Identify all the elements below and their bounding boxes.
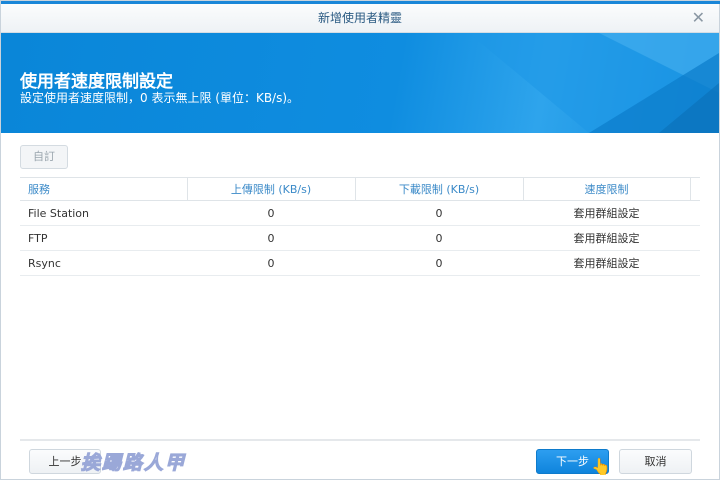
close-icon[interactable]: ✕: [692, 8, 705, 28]
service-name: Rsync: [20, 250, 187, 276]
speed-limit-table: 服務 上傳限制 (KB/s) 下載限制 (KB/s) 速度限制 File Sta…: [20, 177, 700, 276]
col-download[interactable]: 下載限制 (KB/s): [355, 177, 524, 201]
download-limit: 0: [355, 250, 523, 276]
speed-limit: 套用群組設定: [523, 250, 690, 276]
table-row[interactable]: Rsync 0 0 套用群組設定: [20, 250, 700, 276]
header-banner: 使用者速度限制設定 設定使用者速度限制，0 表示無上限 (單位：KB/s)。: [1, 33, 719, 133]
table-row[interactable]: File Station 0 0 套用群組設定: [20, 200, 700, 226]
window-title: 新增使用者精靈: [317, 11, 402, 25]
speed-limit: 套用群組設定: [523, 225, 690, 251]
footer-divider: [20, 439, 700, 441]
col-spacer: [690, 177, 700, 201]
col-upload[interactable]: 上傳限制 (KB/s): [187, 177, 356, 201]
table-row[interactable]: FTP 0 0 套用群組設定: [20, 225, 700, 251]
col-service[interactable]: 服務: [20, 177, 188, 201]
service-name: FTP: [20, 225, 187, 251]
upload-limit: 0: [187, 225, 355, 251]
service-name: File Station: [20, 200, 187, 226]
cancel-button[interactable]: 取消: [619, 449, 692, 474]
banner-subtitle: 設定使用者速度限制，0 表示無上限 (單位：KB/s)。: [20, 91, 300, 105]
watermark: 挨踢路人甲: [80, 452, 187, 475]
download-limit: 0: [355, 200, 523, 226]
title-bar: 新增使用者精靈 ✕: [1, 4, 719, 33]
download-limit: 0: [355, 225, 523, 251]
upload-limit: 0: [187, 200, 355, 226]
hand-cursor-icon: 👆: [591, 457, 611, 476]
speed-limit: 套用群組設定: [523, 200, 690, 226]
banner-decoration: [469, 33, 719, 133]
col-speed-limit[interactable]: 速度限制: [523, 177, 691, 201]
upload-limit: 0: [187, 250, 355, 276]
custom-button[interactable]: 自訂: [20, 145, 68, 169]
